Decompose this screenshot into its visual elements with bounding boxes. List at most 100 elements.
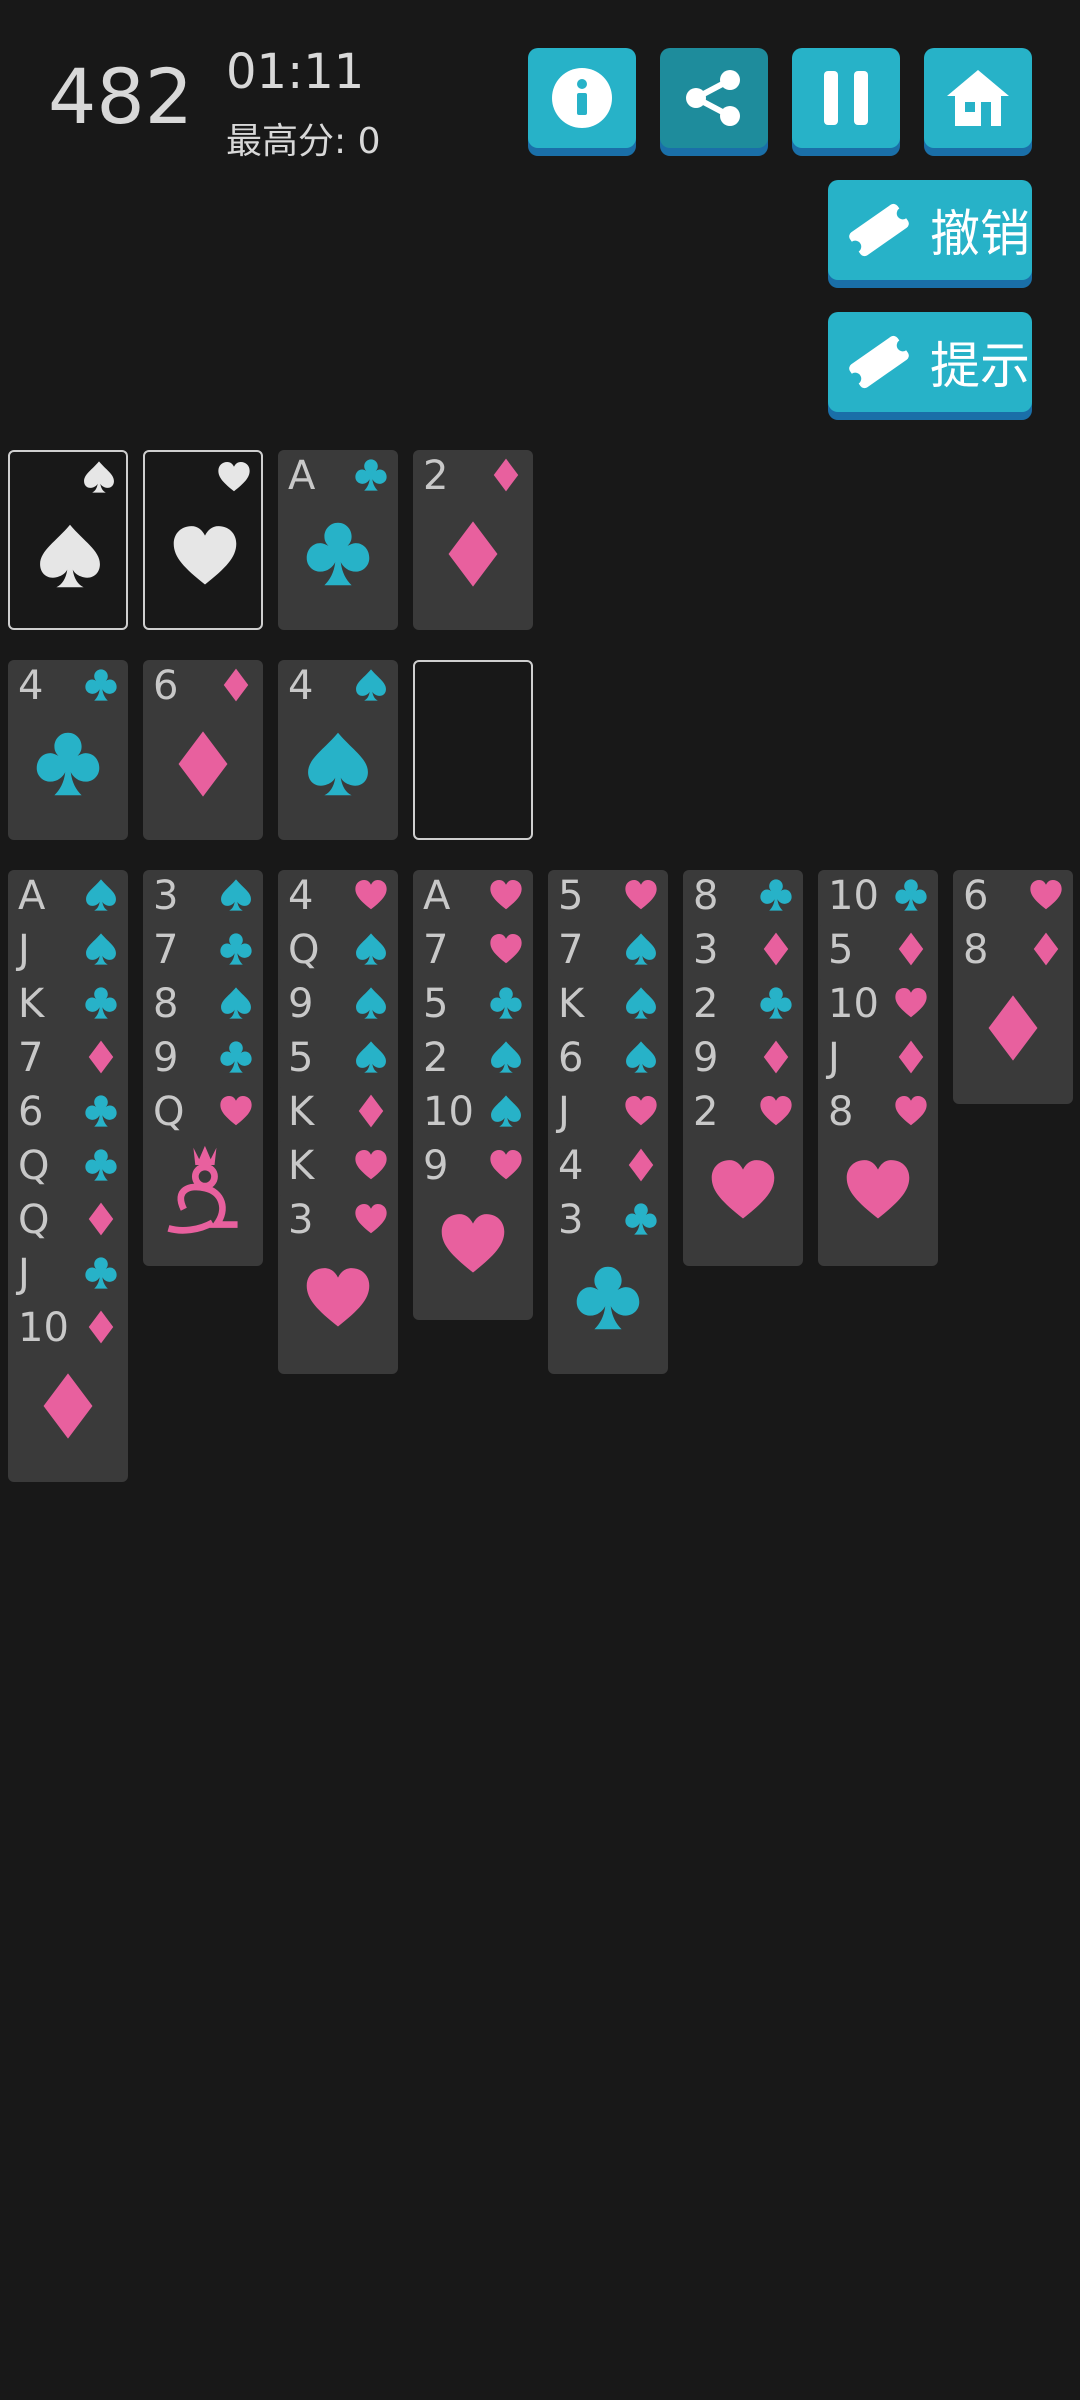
tableau-card[interactable]: 8 (818, 1086, 938, 1266)
diamond-icon (178, 731, 228, 797)
diamond-icon (448, 521, 498, 587)
heart-icon (218, 462, 250, 492)
free-cell-card[interactable]: 4 (8, 660, 128, 840)
diamond-icon (358, 1094, 384, 1128)
home-button[interactable] (924, 48, 1032, 148)
card-rank: 10 (828, 981, 879, 1027)
spade-icon (491, 1041, 521, 1073)
tableau-card[interactable]: 3 (548, 1194, 668, 1374)
share-icon (686, 70, 740, 126)
card-rank: 7 (558, 927, 584, 973)
spade-icon (221, 987, 251, 1019)
share-button[interactable] (660, 48, 768, 148)
spade-icon (626, 1041, 656, 1073)
card-rank: 8 (693, 873, 719, 919)
card-rank: 8 (153, 981, 179, 1027)
heart-icon (355, 1204, 387, 1234)
undo-button[interactable]: 撤销 (828, 180, 1032, 280)
foundation-slot[interactable]: A (278, 450, 398, 630)
tableau-card[interactable]: 3 (278, 1194, 398, 1374)
spade-icon (356, 669, 386, 701)
heart-icon (490, 1150, 522, 1180)
card-rank: 4 (288, 663, 314, 709)
spade-icon (221, 879, 251, 911)
card-rank: K (558, 981, 585, 1027)
spade-icon (356, 933, 386, 965)
card-rank: Q (288, 927, 320, 973)
card-rank: J (18, 927, 30, 973)
empty-free-cell[interactable] (413, 660, 533, 840)
heart-icon (1030, 880, 1062, 910)
tableau-card[interactable]: 8 (953, 924, 1073, 1104)
card-rank: Q (153, 1089, 185, 1135)
card-rank: 10 (18, 1305, 69, 1351)
card-rank: 8 (828, 1089, 854, 1135)
card-rank: 6 (963, 873, 989, 919)
card-rank: 9 (423, 1143, 449, 1189)
card-rank: A (423, 873, 451, 919)
hint-button[interactable]: 提示 (828, 312, 1032, 412)
spade-icon (626, 987, 656, 1019)
queen-figure-icon (167, 1145, 238, 1234)
tableau-card[interactable]: 2 (683, 1086, 803, 1266)
diamond-icon (763, 932, 789, 966)
free-cell-card[interactable]: 4 (278, 660, 398, 840)
card-rank: J (18, 1251, 30, 1297)
club-icon (85, 1095, 117, 1127)
card-rank: 2 (423, 1035, 449, 1081)
card-rank: 3 (693, 927, 719, 973)
heart-icon (846, 1160, 910, 1219)
diamond-icon (628, 1148, 654, 1182)
diamond-icon (43, 1373, 93, 1439)
spade-icon (356, 1041, 386, 1073)
card-rank: 4 (558, 1143, 584, 1189)
card-rank: 6 (558, 1035, 584, 1081)
tableau-card[interactable]: 9 (413, 1140, 533, 1320)
foundation-slot[interactable]: 2 (413, 450, 533, 630)
card-rank: 10 (423, 1089, 474, 1135)
foundation-slot[interactable] (143, 450, 263, 630)
card-rank: J (558, 1089, 570, 1135)
diamond-icon (88, 1040, 114, 1074)
club-icon (220, 933, 252, 965)
card-rank: 5 (288, 1035, 314, 1081)
card-rank: 9 (153, 1035, 179, 1081)
heart-icon (895, 988, 927, 1018)
diamond-icon (898, 1040, 924, 1074)
card-rank: 4 (288, 873, 314, 919)
card-rank: 5 (828, 927, 854, 973)
ticket-icon (849, 203, 909, 257)
diamond-icon (88, 1310, 114, 1344)
heart-icon (711, 1160, 775, 1219)
club-icon (625, 1203, 657, 1235)
card-rank: K (18, 981, 45, 1027)
info-button[interactable] (528, 48, 636, 148)
club-icon (576, 1266, 640, 1330)
card-rank: 8 (963, 927, 989, 973)
card-rank: Q (18, 1197, 50, 1243)
foundation-slot[interactable] (8, 450, 128, 630)
diamond-icon (898, 932, 924, 966)
spade-icon (86, 933, 116, 965)
diamond-icon (88, 1202, 114, 1236)
club-icon (85, 669, 117, 701)
heart-icon (490, 880, 522, 910)
spade-icon (308, 732, 368, 796)
heart-icon (490, 934, 522, 964)
heart-icon (220, 1096, 252, 1126)
tableau-card[interactable]: 10 (8, 1302, 128, 1482)
club-icon (895, 879, 927, 911)
score: 482 (48, 52, 194, 141)
pause-button[interactable] (792, 48, 900, 148)
card-rank: Q (18, 1143, 50, 1189)
spade-icon (86, 879, 116, 911)
card-rank: A (18, 873, 46, 919)
card-rank: J (828, 1035, 840, 1081)
diamond-icon (223, 668, 249, 702)
card-rank: 3 (558, 1197, 584, 1243)
card-rank: 2 (423, 453, 449, 499)
heart-icon (625, 880, 657, 910)
tableau-card[interactable]: Q (143, 1086, 263, 1266)
free-cell-card[interactable]: 6 (143, 660, 263, 840)
best-score: 最高分: 0 (226, 121, 381, 162)
